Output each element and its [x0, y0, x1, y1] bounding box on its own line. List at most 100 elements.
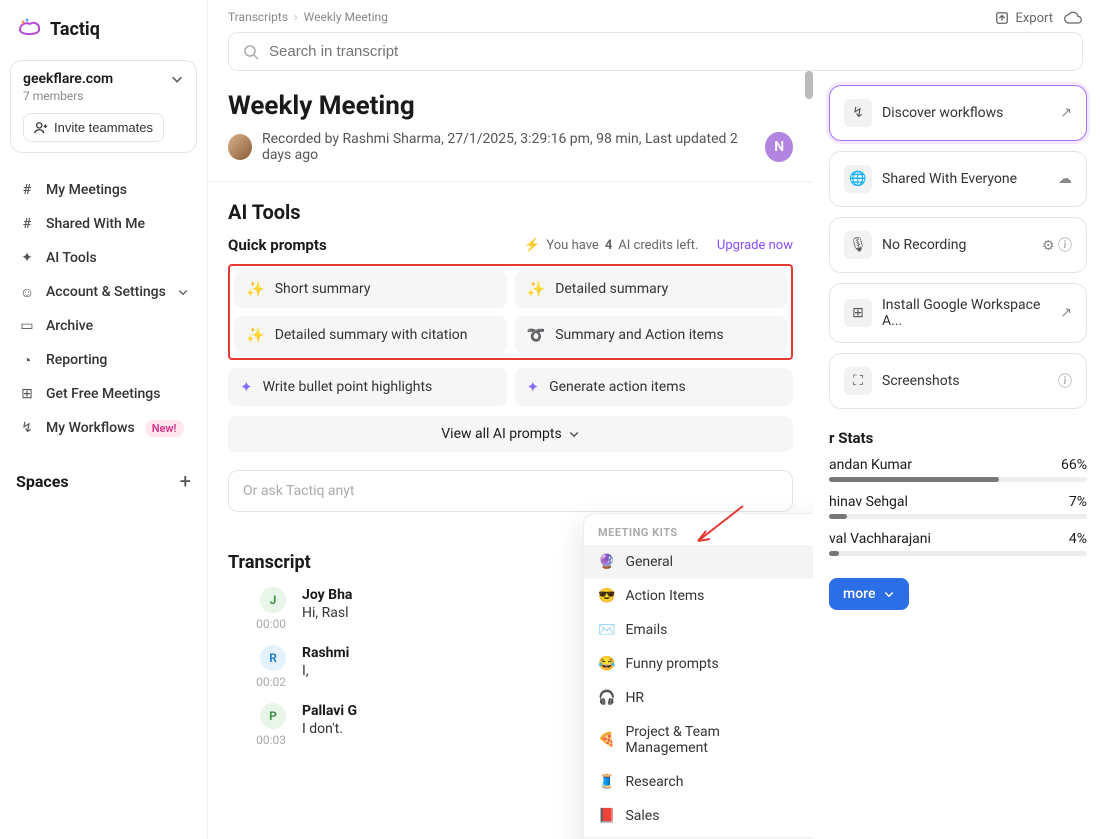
chip-summary-action[interactable]: ➰Summary and Action items	[515, 316, 788, 354]
info-icon: ⓘ	[1058, 371, 1072, 391]
meeting-kits-menu: MEETING KITS 🔮General› 😎Action Items› ✉️…	[583, 513, 813, 839]
sparkle-icon: ✦	[18, 249, 36, 267]
label: HR	[625, 690, 644, 706]
export-button[interactable]: Export	[995, 11, 1053, 26]
label: Shared With Everyone	[882, 171, 1048, 187]
archive-icon: ▭	[18, 317, 36, 335]
search-input[interactable]	[269, 43, 1068, 60]
sidebar-item-workflows[interactable]: ↯My WorkflowsNew!	[10, 411, 197, 445]
chip-generate-actions[interactable]: ✦Generate action items	[515, 368, 794, 406]
ask-tactiq-input[interactable]: Or ask Tactiq anyt	[228, 470, 793, 512]
shared-everyone-card[interactable]: 🌐 Shared With Everyone ☁	[829, 151, 1087, 207]
chevron-down-icon	[170, 72, 184, 86]
kit-funny[interactable]: 😂Funny prompts›	[584, 647, 813, 681]
chip-short-summary[interactable]: ✨Short summary	[234, 270, 507, 308]
add-space-button[interactable]: +	[180, 469, 191, 493]
timestamp: 00:00	[228, 617, 286, 631]
speaker-stat: andan Kumar66%	[829, 457, 1087, 473]
label: Get Free Meetings	[46, 386, 160, 402]
prompt-grid-highlighted: ✨Short summary ✨ Detailed summary ✨Detail…	[228, 264, 793, 360]
speaker-pct: 4%	[1069, 531, 1087, 547]
org-members: 7 members	[23, 89, 184, 103]
books-icon: 📕	[598, 808, 615, 824]
label: Install Google Workspace A...	[882, 297, 1050, 329]
discover-workflows-card[interactable]: ↯ Discover workflows ↗	[829, 85, 1087, 141]
sparkle-icon: ✨	[527, 280, 546, 298]
workflow-icon: ↯	[844, 99, 872, 127]
scrollbar-thumb[interactable]	[805, 71, 813, 99]
label: Detailed summary	[555, 281, 668, 297]
kit-emails[interactable]: ✉️Emails›	[584, 613, 813, 647]
chip-detailed-citation[interactable]: ✨Detailed summary with citation	[234, 316, 507, 354]
sidebar-item-freemeetings[interactable]: ⊞ Get Free Meetings	[10, 377, 197, 411]
speaker-name: andan Kumar	[829, 457, 912, 473]
org-switcher[interactable]: geekflare.com	[23, 71, 184, 87]
kit-research[interactable]: 🧵Research›	[584, 765, 813, 799]
user-avatar[interactable]: N	[765, 132, 793, 162]
invite-teammates-button[interactable]: Invite teammates	[23, 113, 164, 142]
globe-icon: 🔮	[598, 554, 615, 570]
speaker-badge: R	[260, 645, 286, 671]
stat-bar	[829, 514, 1087, 519]
search-input-wrap[interactable]	[228, 32, 1083, 71]
screenshots-card[interactable]: ⛶ Screenshots ⓘ	[829, 353, 1087, 409]
sidebar-item-meetings[interactable]: #My Meetings	[10, 173, 197, 207]
breadcrumb-root[interactable]: Transcripts	[228, 10, 288, 24]
sparkle-icon: ✨	[246, 280, 265, 298]
kit-sales[interactable]: 📕Sales›	[584, 799, 813, 833]
envelope-icon: ✉️	[598, 622, 615, 638]
breadcrumbs: Transcripts › Weekly Meeting	[228, 10, 995, 24]
page-title: Weekly Meeting	[228, 91, 793, 121]
sidebar: Tactiq geekflare.com 7 members Invite te…	[0, 0, 208, 839]
kit-general[interactable]: 🔮General›	[584, 545, 813, 579]
sidebar-item-shared[interactable]: #Shared With Me	[10, 207, 197, 241]
install-google-card[interactable]: ⊞ Install Google Workspace A... ↗	[829, 283, 1087, 343]
cloud-icon[interactable]	[1063, 10, 1083, 26]
export-label: Export	[1015, 11, 1053, 26]
invite-label: Invite teammates	[54, 120, 153, 135]
laugh-icon: 😂	[598, 656, 615, 672]
sidebar-item-reporting[interactable]: ◔Reporting	[10, 343, 197, 377]
chip-bullet-points[interactable]: ✦Write bullet point highlights	[228, 368, 507, 406]
fullscreen-icon: ⛶	[844, 367, 872, 395]
kit-project[interactable]: 🍕Project & Team Management›	[584, 715, 813, 765]
label: Funny prompts	[625, 656, 718, 672]
show-more-button[interactable]: more	[829, 578, 909, 610]
kit-action-items[interactable]: 😎Action Items›	[584, 579, 813, 613]
sparkle-icon: ✦	[527, 378, 540, 396]
chevron-down-icon	[883, 588, 895, 600]
divider	[208, 181, 813, 182]
sidebar-item-archive[interactable]: ▭ Archive	[10, 309, 197, 343]
label: General	[625, 554, 673, 570]
kit-hr[interactable]: 🎧HR›	[584, 681, 813, 715]
pizza-icon: 🍕	[598, 732, 615, 748]
page-meta: Recorded by Rashmi Sharma, 27/1/2025, 3:…	[228, 131, 793, 163]
quick-prompts-title: Quick prompts	[228, 236, 327, 254]
label: Screenshots	[882, 373, 1048, 389]
no-recording-card[interactable]: 🎙 No Recording ⚙ ⓘ	[829, 217, 1087, 273]
brand-logo: Tactiq	[10, 14, 197, 44]
tactiq-logo-icon	[16, 18, 42, 40]
speaker-name: Pallavi G	[302, 703, 357, 719]
breadcrumb-separator: ›	[294, 10, 298, 24]
upgrade-link[interactable]: Upgrade now	[717, 238, 793, 253]
spaces-header: Spaces +	[10, 465, 197, 497]
stat-bar	[829, 477, 1087, 482]
sidebar-nav: #My Meetings #Shared With Me ✦AI Tools ☺…	[10, 173, 197, 445]
spaces-label: Spaces	[16, 472, 69, 491]
breadcrumb-leaf: Weekly Meeting	[304, 10, 388, 24]
sidebar-item-aitools[interactable]: ✦AI Tools	[10, 241, 197, 275]
label: Summary and Action items	[555, 327, 723, 343]
hash-icon: #	[18, 215, 36, 233]
label: My Workflows	[46, 420, 135, 436]
gift-icon: ⊞	[18, 385, 36, 403]
speaker-name: Joy Bha	[302, 587, 352, 603]
right-panel: ↯ Discover workflows ↗ 🌐 Shared With Eve…	[813, 71, 1103, 839]
label: Archive	[46, 318, 93, 334]
view-all-prompts[interactable]: View all AI prompts	[228, 416, 793, 452]
label: Research	[625, 774, 683, 790]
label: Write bullet point highlights	[263, 379, 433, 395]
chip-detailed-summary[interactable]: ✨ Detailed summary	[515, 270, 788, 308]
sidebar-item-account[interactable]: ☺Account & Settings	[10, 275, 197, 309]
mic-icon: 🎙	[844, 231, 872, 259]
